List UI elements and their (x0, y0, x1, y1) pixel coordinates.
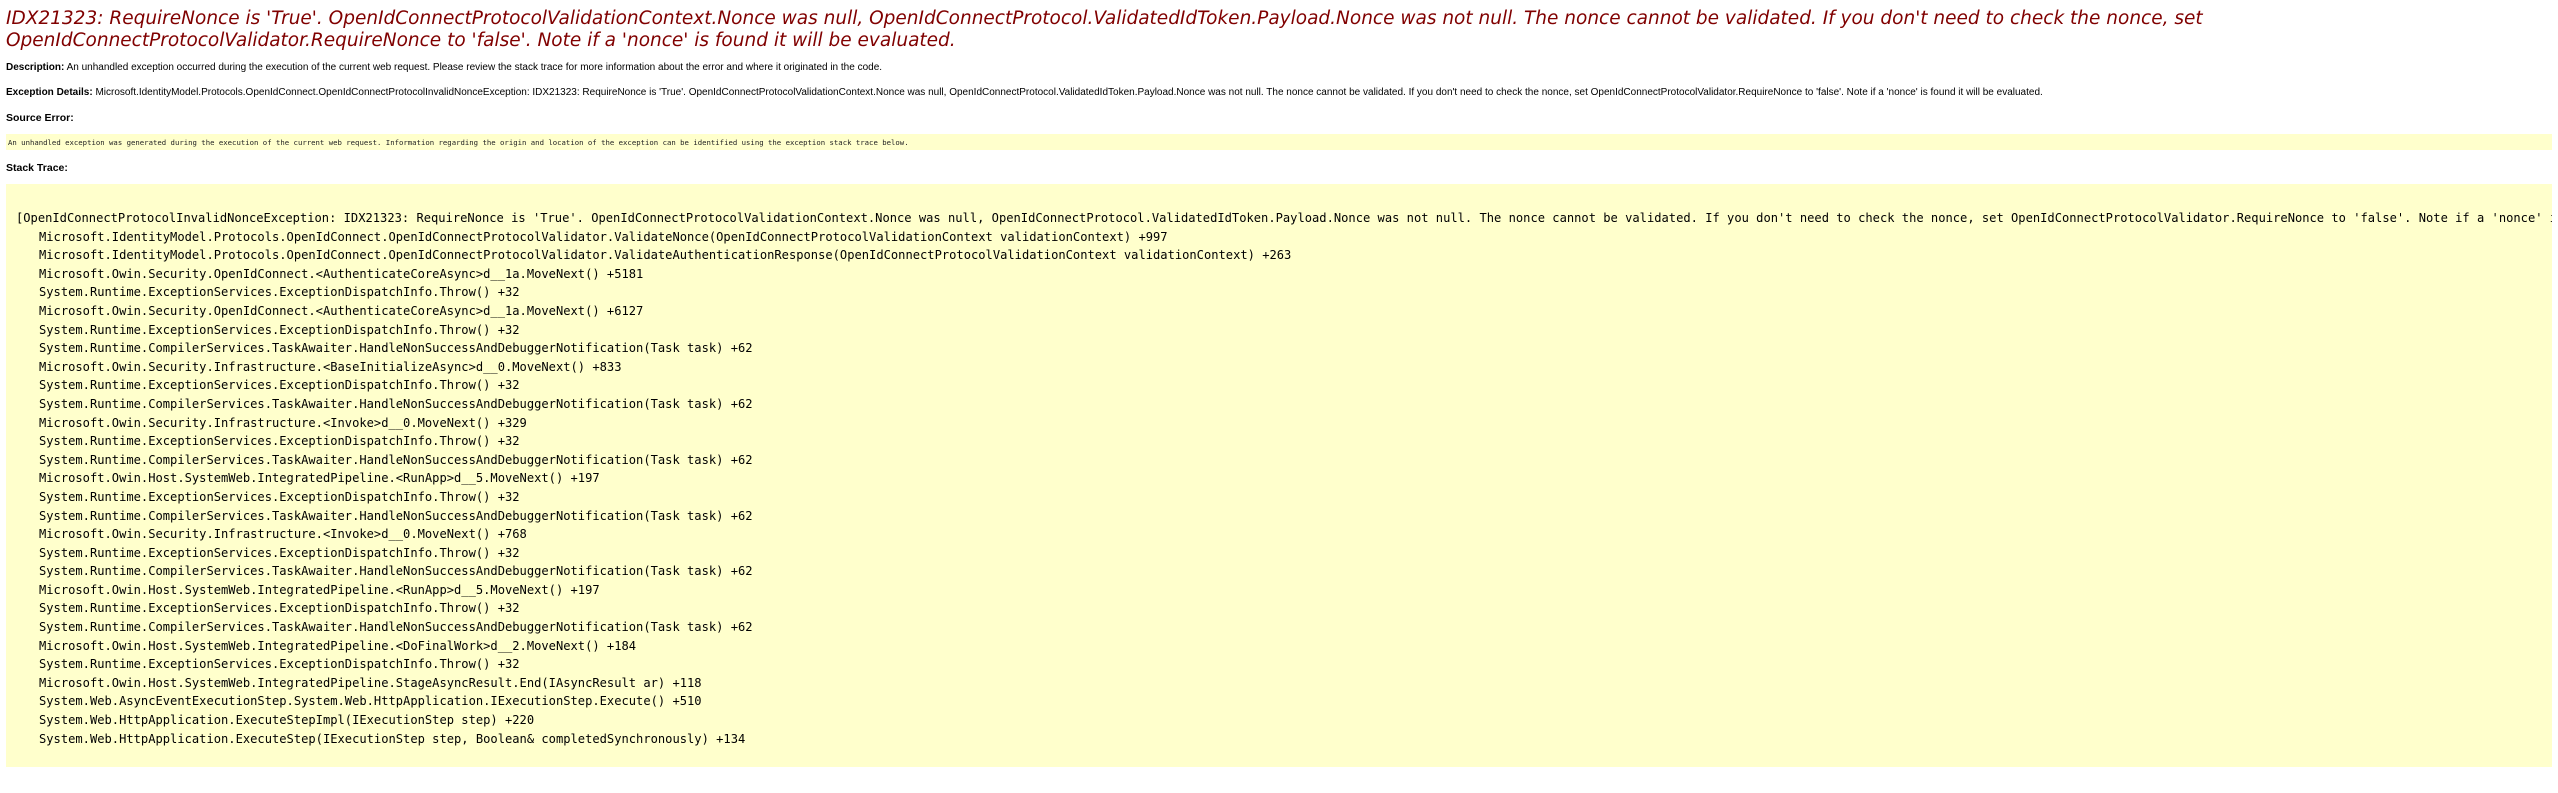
stack-trace-frame: System.Runtime.CompilerServices.TaskAwai… (39, 396, 753, 411)
stack-trace-frame: Microsoft.Owin.Host.SystemWeb.Integrated… (39, 471, 600, 486)
stack-trace-frame: System.Runtime.CompilerServices.TaskAwai… (39, 452, 753, 467)
stack-trace-exception-line: [OpenIdConnectProtocolInvalidNonceExcept… (16, 211, 2552, 225)
stack-trace-frame: System.Web.HttpApplication.ExecuteStepIm… (39, 713, 535, 728)
stack-trace-frame: Microsoft.Owin.Host.SystemWeb.Integrated… (39, 675, 702, 690)
stack-trace-frame: Microsoft.Owin.Security.OpenIdConnect.<A… (39, 303, 644, 318)
stack-trace-frame: Microsoft.Owin.Security.Infrastructure.<… (39, 359, 622, 374)
stack-trace-label: Stack Trace: (6, 162, 68, 174)
stack-trace-frame: System.Runtime.ExceptionServices.Excepti… (39, 378, 520, 393)
stack-trace-frame: Microsoft.Owin.Security.OpenIdConnect.<A… (39, 266, 644, 281)
source-error-label: Source Error: (6, 112, 74, 124)
stack-trace-frame: Microsoft.IdentityModel.Protocols.OpenId… (39, 248, 1292, 263)
stack-trace-frame: System.Runtime.CompilerServices.TaskAwai… (39, 564, 753, 579)
stack-trace-frame: System.Web.HttpApplication.ExecuteStep(I… (39, 731, 746, 746)
stack-trace-frame: System.Runtime.CompilerServices.TaskAwai… (39, 508, 753, 523)
stack-trace-box: [OpenIdConnectProtocolInvalidNonceExcept… (6, 184, 2552, 767)
stack-trace-frame: Microsoft.Owin.Security.Infrastructure.<… (39, 415, 527, 430)
source-error-box: An unhandled exception was generated dur… (6, 134, 2552, 150)
stack-trace-frame: Microsoft.Owin.Host.SystemWeb.Integrated… (39, 638, 637, 653)
error-page: IDX21323: RequireNonce is 'True'. OpenId… (0, 0, 2558, 767)
source-error-text: An unhandled exception was generated dur… (8, 138, 909, 147)
stack-trace-frame: Microsoft.Owin.Host.SystemWeb.Integrated… (39, 582, 600, 597)
stack-trace-frame: System.Runtime.ExceptionServices.Excepti… (39, 657, 520, 672)
stack-trace-frame: System.Runtime.ExceptionServices.Excepti… (39, 601, 520, 616)
stack-trace-frame: System.Runtime.CompilerServices.TaskAwai… (39, 341, 753, 356)
stack-trace-frames: Microsoft.IdentityModel.Protocols.OpenId… (16, 228, 2552, 749)
description-text: An unhandled exception occurred during t… (64, 62, 883, 73)
stack-trace-frame: System.Runtime.ExceptionServices.Excepti… (39, 322, 520, 337)
stack-trace-frame: System.Web.AsyncEventExecutionStep.Syste… (39, 694, 702, 709)
error-title: IDX21323: RequireNonce is 'True'. OpenId… (6, 8, 2203, 51)
stack-trace-frame: Microsoft.IdentityModel.Protocols.OpenId… (39, 229, 1168, 244)
stack-trace-frame: System.Runtime.ExceptionServices.Excepti… (39, 434, 520, 449)
stack-trace-frame: Microsoft.Owin.Security.Infrastructure.<… (39, 527, 527, 542)
description-label: Description: (6, 62, 65, 73)
exception-details-text: Microsoft.IdentityModel.Protocols.OpenId… (92, 87, 2043, 98)
description-line: Description: An unhandled exception occu… (6, 62, 2552, 74)
stack-trace-frame: System.Runtime.ExceptionServices.Excepti… (39, 489, 520, 504)
exception-details-line: Exception Details: Microsoft.IdentityMod… (6, 87, 2552, 99)
stack-trace-frame: System.Runtime.ExceptionServices.Excepti… (39, 285, 520, 300)
exception-details-label: Exception Details: (6, 87, 93, 98)
stack-trace-frame: System.Runtime.CompilerServices.TaskAwai… (39, 620, 753, 635)
stack-trace-frame: System.Runtime.ExceptionServices.Excepti… (39, 545, 520, 560)
